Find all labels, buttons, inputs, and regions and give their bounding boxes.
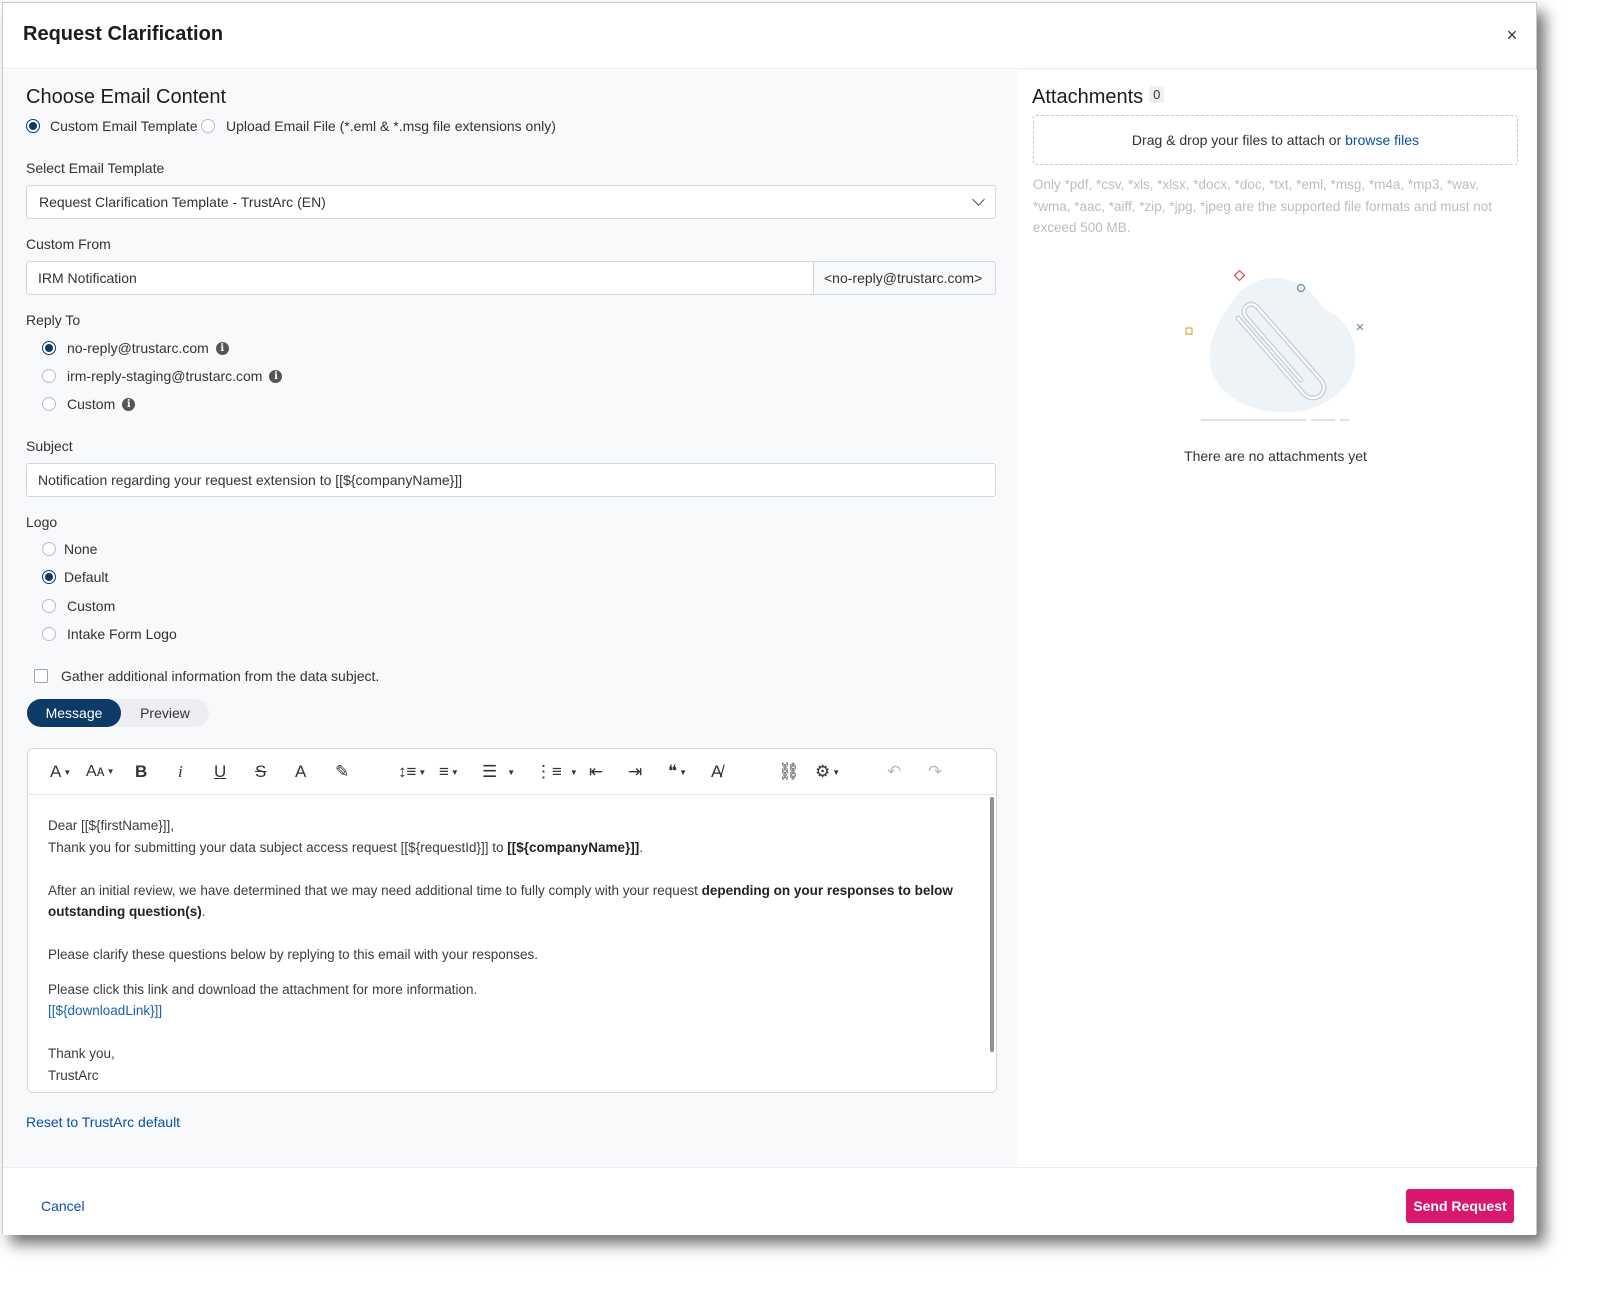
greeting-line: Dear [[${firstName}]],	[48, 818, 175, 833]
info-icon[interactable]: i	[122, 397, 136, 411]
message-body[interactable]: Dear [[${firstName}]], Thank you for sub…	[48, 815, 978, 1086]
gather-info-label: Gather additional information from the d…	[61, 668, 380, 684]
radio-indicator[interactable]	[42, 570, 56, 584]
thank-you-line: Thank you for submitting your data subje…	[48, 839, 644, 855]
clear-formatting-icon[interactable]: A̸	[711, 761, 722, 783]
logo-intake-form-radio[interactable]: Intake Form Logo	[42, 626, 177, 642]
outdent-icon[interactable]: ⇤	[589, 761, 603, 783]
radio-indicator[interactable]	[42, 599, 56, 613]
supported-formats-note: Only *pdf, *csv, *xls, *xlsx, *docx, *do…	[1033, 177, 1492, 235]
radio-indicator[interactable]	[201, 119, 215, 133]
settings-icon[interactable]: ⚙ ▼	[815, 761, 840, 783]
editor-scrollbar[interactable]	[990, 797, 994, 1052]
editor-mode-tabs: Message Preview	[27, 699, 209, 727]
radio-indicator[interactable]	[42, 397, 56, 411]
gather-info-checkbox[interactable]	[34, 669, 48, 683]
radio-indicator[interactable]	[42, 542, 56, 556]
clarify-paragraph: Please clarify these questions below by …	[48, 947, 538, 962]
logo-none-radio[interactable]: None	[42, 541, 97, 557]
align-icon[interactable]: ≡ ▼	[439, 761, 459, 783]
strikethrough-icon[interactable]: S	[255, 761, 266, 783]
redo-icon[interactable]: ↷	[928, 761, 942, 783]
custom-from-input[interactable]: IRM Notification	[26, 261, 814, 295]
dialog-footer: Cancel Send Request	[3, 1167, 1536, 1235]
subject-label: Subject	[26, 438, 73, 454]
review-paragraph: After an initial review, we have determi…	[48, 882, 953, 920]
choose-email-content-heading: Choose Email Content	[26, 86, 227, 108]
underline-icon[interactable]: U	[214, 761, 226, 783]
radio-indicator[interactable]	[42, 341, 56, 355]
radio-indicator[interactable]	[42, 627, 56, 641]
cancel-button[interactable]: Cancel	[41, 1198, 85, 1214]
logo-label: Logo	[26, 514, 58, 530]
request-clarification-dialog: Request Clarification × Choose Email Con…	[2, 2, 1537, 1235]
attachments-heading: Attachments 0	[1032, 86, 1165, 109]
reset-default-link[interactable]: Reset to TrustArc default	[26, 1114, 180, 1130]
radio-indicator[interactable]	[42, 369, 56, 383]
custom-from-domain-addon: <no-reply@trustarc.com>	[813, 261, 996, 295]
send-request-button[interactable]: Send Request	[1406, 1189, 1514, 1223]
text-color-icon[interactable]: A	[295, 761, 306, 783]
italic-icon[interactable]: i	[178, 761, 183, 783]
blockquote-icon[interactable]: ❝ ▼	[668, 761, 687, 783]
tab-message[interactable]: Message	[27, 699, 121, 727]
subject-input[interactable]: Notification regarding your request exte…	[26, 463, 996, 497]
reply-to-label: Reply To	[26, 312, 81, 328]
undo-icon[interactable]: ↶	[887, 761, 901, 783]
browse-files-link[interactable]: browse files	[1345, 132, 1419, 148]
file-dropzone[interactable]: Drag & drop your files to attach or brow…	[1033, 115, 1518, 165]
info-icon[interactable]: i	[215, 341, 229, 355]
reply-to-custom-radio[interactable]: Custom i	[42, 396, 136, 412]
paperclip-icon	[1185, 269, 1363, 421]
logo-custom-radio[interactable]: Custom	[42, 598, 115, 614]
indent-icon[interactable]: ⇥	[628, 761, 642, 783]
dialog-header: Request Clarification ×	[3, 3, 1536, 69]
close-button[interactable]: ×	[1502, 25, 1522, 45]
chevron-down-icon	[972, 193, 985, 206]
font-family-icon[interactable]: A ▼	[50, 761, 71, 783]
reply-to-noreply-radio[interactable]: no-reply@trustarc.com i	[42, 340, 229, 356]
download-link[interactable]: [[${downloadLink}]]	[48, 1000, 978, 1022]
line-height-icon[interactable]: ↕≡ ▼	[398, 761, 426, 783]
font-size-icon[interactable]: Aᴀ ▼	[86, 761, 115, 783]
custom-from-label: Custom From	[26, 236, 111, 252]
message-editor: A ▼ Aᴀ ▼ B i U S A ✎ ↕≡ ▼ ≡ ▼ ☰ ▼ ⋮≡ ▼ ⇤ ⇥ ❝ ▼ …	[27, 748, 997, 1093]
closing-line: Thank you,	[48, 1046, 115, 1061]
highlight-icon[interactable]: ✎	[335, 761, 349, 783]
download-paragraph: Please click this link and download the …	[48, 981, 478, 997]
no-attachments-text: There are no attachments yet	[1184, 448, 1367, 464]
source-upload-file-radio[interactable]: Upload Email File (*.eml & *.msg file ex…	[201, 118, 556, 134]
bullet-list-icon[interactable]: ☰ ▼	[482, 761, 515, 783]
tab-preview[interactable]: Preview	[127, 699, 203, 727]
info-icon[interactable]: i	[269, 369, 283, 383]
attachments-count-badge: 0	[1149, 86, 1165, 103]
link-icon[interactable]: ⛓	[778, 761, 800, 783]
signature-line: TrustArc	[48, 1067, 99, 1083]
select-template-label: Select Email Template	[26, 160, 165, 176]
logo-default-radio[interactable]: Default	[42, 569, 108, 585]
email-template-select[interactable]: Request Clarification Template - TrustAr…	[26, 185, 996, 219]
bold-icon[interactable]: B	[135, 761, 147, 783]
numbered-list-icon[interactable]: ⋮≡ ▼	[535, 761, 578, 783]
dialog-title: Request Clarification	[23, 23, 224, 45]
source-custom-template-radio[interactable]: Custom Email Template	[26, 118, 198, 134]
reply-to-staging-radio[interactable]: irm-reply-staging@trustarc.com i	[42, 368, 283, 384]
radio-indicator[interactable]	[26, 119, 40, 133]
editor-toolbar: A ▼ Aᴀ ▼ B i U S A ✎ ↕≡ ▼ ≡ ▼ ☰ ▼ ⋮≡ ▼ ⇤ ⇥ ❝ ▼ …	[28, 749, 996, 795]
attachments-pane: Attachments 0 Drag & drop your files to a…	[1018, 70, 1537, 1167]
